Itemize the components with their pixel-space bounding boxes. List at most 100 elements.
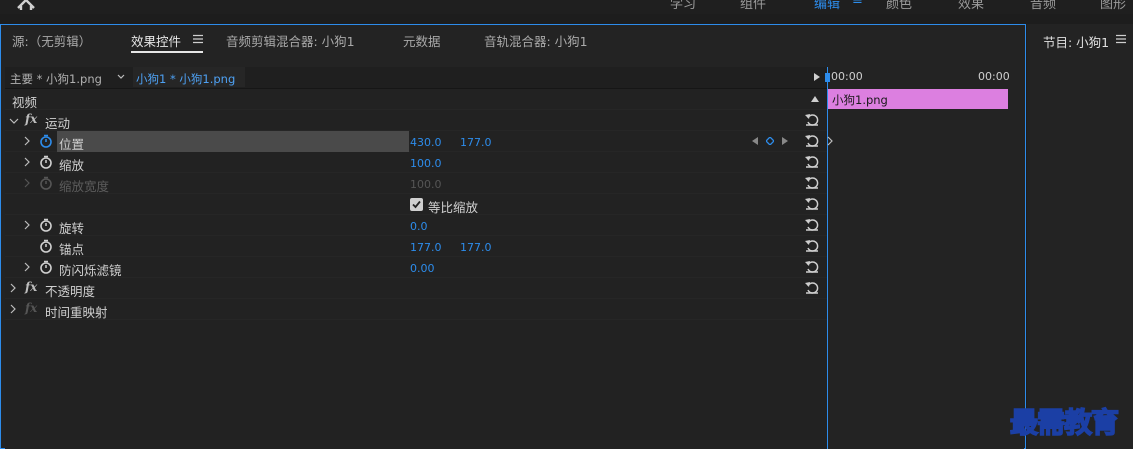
panel-menu-icon[interactable]	[1116, 34, 1126, 44]
program-monitor-tab[interactable]: 节目: 小狗1	[1043, 32, 1109, 51]
clip-label[interactable]: 小狗1 * 小狗1.png	[133, 67, 246, 87]
effect-motion[interactable]: fx 运动	[5, 110, 827, 131]
collapse-up-icon[interactable]	[811, 96, 819, 102]
reset-icon[interactable]	[805, 239, 819, 253]
stopwatch-icon[interactable]	[39, 155, 53, 169]
timecode-start: 00:00	[831, 70, 863, 83]
rotation-label: 旋转	[59, 221, 85, 236]
workspace-learn[interactable]: 学习	[670, 0, 696, 12]
effect-properties: 视频 fx 运动 位置 430.0 177.0 缩放 100.0 缩放宽度 10…	[5, 89, 827, 449]
stopwatch-icon	[40, 176, 52, 190]
keyframe-arrow-icon	[827, 136, 833, 146]
time-remap-label: 时间重映射	[45, 305, 108, 320]
property-uniform-scale[interactable]: 等比缩放	[5, 194, 827, 215]
watermark-logo: 最需教育	[1009, 405, 1120, 440]
workspace-menu-icon[interactable]: ≡	[852, 0, 863, 8]
panel-menu-icon[interactable]	[193, 34, 203, 44]
fx-icon: fx	[25, 301, 38, 315]
tab-audio-track-mixer[interactable]: 音轨混合器: 小狗1	[484, 31, 588, 50]
property-anchor-point[interactable]: 锚点 177.0 177.0	[5, 236, 827, 257]
video-section-header: 视频	[5, 89, 827, 110]
anchor-x-value[interactable]: 177.0	[410, 241, 442, 254]
chevron-right-icon[interactable]	[9, 304, 17, 314]
tab-audio-clip-mixer[interactable]: 音频剪辑混合器: 小狗1	[226, 31, 355, 50]
reset-icon[interactable]	[805, 218, 819, 232]
reset-icon[interactable]	[805, 176, 819, 190]
home-icon[interactable]	[16, 0, 36, 10]
property-scale[interactable]: 缩放 100.0	[5, 152, 827, 173]
reset-icon[interactable]	[805, 155, 819, 169]
time-ruler[interactable]: 00:00 00:00	[827, 67, 1024, 88]
property-rotation[interactable]: 旋转 0.0	[5, 215, 827, 236]
stopwatch-icon[interactable]	[39, 260, 53, 274]
workspace-color[interactable]: 颜色	[886, 0, 912, 12]
tab-effect-controls[interactable]: 效果控件	[131, 31, 181, 50]
stopwatch-icon[interactable]	[39, 239, 53, 253]
scale-width-value: 100.0	[410, 178, 442, 191]
clip-bar[interactable]: 小狗1.png	[828, 89, 1008, 109]
timecode-end: 00:00	[978, 70, 1010, 83]
chevron-down-icon[interactable]	[9, 117, 19, 125]
sequence-label[interactable]: 主要 * 小狗1.png	[10, 71, 102, 87]
workspace-audio[interactable]: 音频	[1030, 0, 1056, 12]
uniform-scale-label: 等比缩放	[428, 200, 479, 215]
video-label: 视频	[12, 95, 38, 110]
anti-flicker-label: 防闪烁滤镜	[59, 263, 122, 278]
chevron-right-icon[interactable]	[23, 220, 31, 230]
workspace-editing[interactable]: 编辑	[814, 0, 840, 12]
position-x-value[interactable]: 430.0	[410, 136, 442, 149]
chevron-right-icon[interactable]	[23, 157, 31, 167]
tab-source[interactable]: 源:（无剪辑）	[12, 31, 91, 50]
reset-icon[interactable]	[805, 260, 819, 274]
program-monitor-panel: 节目: 小狗1	[1027, 24, 1133, 449]
uniform-scale-checkbox[interactable]	[410, 198, 423, 211]
next-keyframe-icon[interactable]	[782, 137, 788, 145]
anchor-label: 锚点	[59, 242, 85, 257]
clip-bar-label: 小狗1.png	[832, 93, 888, 107]
workspace-effects[interactable]: 效果	[958, 0, 984, 12]
effect-timeline[interactable]: 00:00 00:00 小狗1.png	[825, 67, 1024, 449]
workspace-graphics[interactable]: 图形	[1100, 0, 1126, 12]
scale-width-label: 缩放宽度	[59, 179, 110, 194]
scale-value[interactable]: 100.0	[410, 157, 442, 170]
rotation-value[interactable]: 0.0	[410, 220, 428, 233]
anchor-y-value[interactable]: 177.0	[460, 241, 492, 254]
workspace-assembly[interactable]: 组件	[740, 0, 766, 12]
position-y-value[interactable]: 177.0	[460, 136, 492, 149]
opacity-label: 不透明度	[45, 284, 96, 299]
effect-time-remapping[interactable]: fx 时间重映射	[5, 299, 827, 320]
add-keyframe-icon[interactable]	[766, 137, 774, 145]
scale-label: 缩放	[59, 158, 85, 173]
chevron-down-icon[interactable]	[117, 73, 125, 81]
effect-opacity[interactable]: fx 不透明度	[5, 278, 827, 299]
reset-icon[interactable]	[805, 197, 819, 211]
clip-selector-bar: 主要 * 小狗1.png 小狗1 * 小狗1.png	[5, 67, 827, 89]
panel-tabs: 源:（无剪辑） 效果控件 音频剪辑混合器: 小狗1 元数据 音轨混合器: 小狗1	[1, 25, 1024, 59]
anti-flicker-value[interactable]: 0.00	[410, 262, 435, 275]
reset-icon[interactable]	[805, 113, 819, 127]
chevron-right-icon[interactable]	[23, 136, 31, 146]
fx-icon[interactable]: fx	[25, 112, 37, 126]
reset-icon[interactable]	[805, 134, 819, 148]
property-scale-width: 缩放宽度 100.0	[5, 173, 827, 194]
property-position[interactable]: 位置 430.0 177.0	[5, 131, 827, 152]
prev-keyframe-icon[interactable]	[752, 137, 758, 145]
property-anti-flicker[interactable]: 防闪烁滤镜 0.00	[5, 257, 827, 278]
tab-metadata[interactable]: 元数据	[403, 31, 441, 50]
workspace-bar: 学习 组件 编辑 ≡ 颜色 效果 音频 图形	[0, 0, 1133, 14]
chevron-right-icon	[24, 178, 30, 188]
active-tab-indicator	[131, 51, 203, 53]
play-icon[interactable]	[813, 72, 821, 82]
chevron-right-icon[interactable]	[9, 283, 17, 293]
checkmark-icon	[412, 200, 421, 209]
stopwatch-active-icon[interactable]	[39, 134, 53, 148]
playhead-handle[interactable]	[825, 73, 830, 82]
selected-row-highlight	[57, 131, 409, 152]
fx-icon[interactable]: fx	[25, 280, 37, 294]
position-label: 位置	[59, 137, 85, 152]
motion-label: 运动	[45, 116, 71, 131]
reset-icon[interactable]	[805, 281, 819, 295]
playhead[interactable]	[825, 67, 830, 449]
stopwatch-icon[interactable]	[39, 218, 53, 232]
chevron-right-icon[interactable]	[23, 262, 31, 272]
